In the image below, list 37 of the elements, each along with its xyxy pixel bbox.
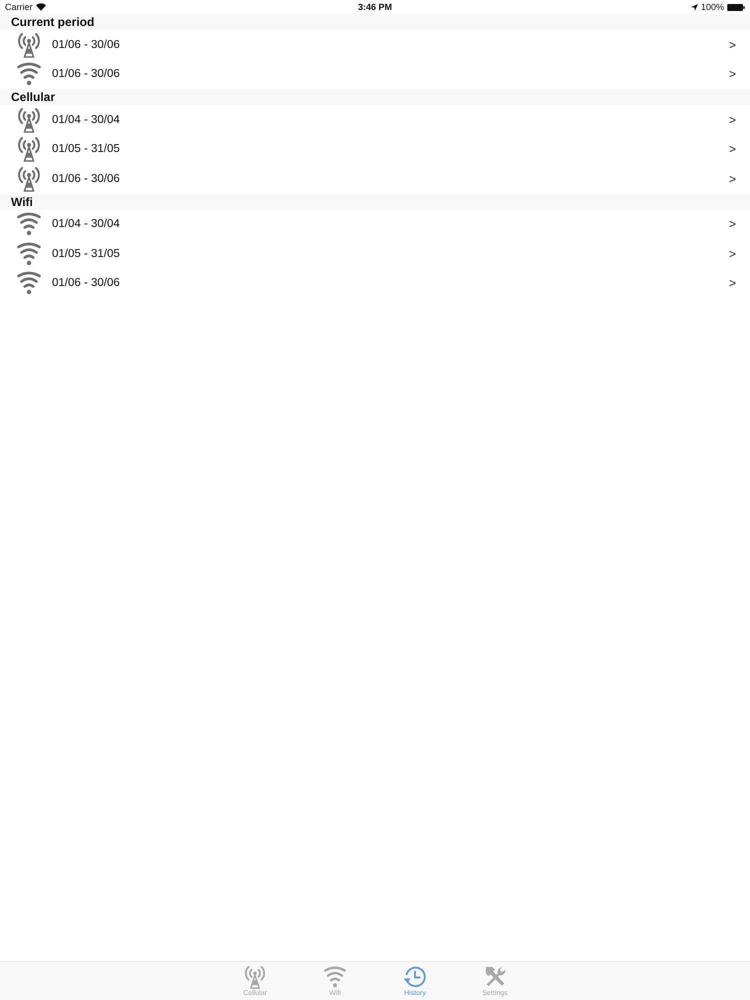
- location-arrow-icon: [690, 4, 698, 10]
- date-range-label[interactable]: 01/04 - 30/04: [52, 218, 729, 230]
- cell-tower-icon: [243, 965, 267, 989]
- date-range-label[interactable]: 01/05 - 31/05: [52, 248, 729, 260]
- cell-tower-icon: [16, 166, 42, 192]
- chevron-icon[interactable]: >: [728, 246, 736, 261]
- chevron-icon[interactable]: >: [728, 276, 736, 290]
- cell-tower-icon: [16, 32, 42, 58]
- wifi-signal-icon: [36, 3, 46, 11]
- wifi-icon: [16, 240, 42, 267]
- date-range-label[interactable]: 01/05 - 31/05: [52, 143, 729, 156]
- date-range-label[interactable]: 01/06 - 30/06: [52, 68, 729, 80]
- battery-icon: [727, 4, 745, 10]
- section-header: Current period: [0, 14, 750, 30]
- clock-time: 3:46 PM: [358, 2, 392, 12]
- clock-arrow-icon: [403, 965, 427, 989]
- wifi-icon: [16, 211, 42, 238]
- cell-tower-icon: [16, 106, 42, 133]
- section-header: Cellular: [0, 89, 750, 105]
- section-header: Wifi: [0, 194, 750, 210]
- hammer-wrench-icon: [483, 965, 507, 989]
- date-range-label[interactable]: 01/06 - 30/06: [52, 277, 729, 290]
- date-range-label[interactable]: 01/06 - 30/06: [52, 38, 729, 51]
- chevron-icon[interactable]: >: [728, 217, 736, 232]
- date-range-label[interactable]: 01/06 - 30/06: [52, 172, 729, 185]
- wifi-icon: [16, 270, 42, 296]
- date-range-label[interactable]: 01/04 - 30/04: [52, 114, 729, 126]
- wifi-icon: [16, 61, 42, 88]
- battery-percentage: 100%: [700, 2, 724, 12]
- chevron-icon[interactable]: >: [728, 67, 736, 82]
- chevron-icon[interactable]: >: [728, 142, 736, 156]
- cell-tower-icon: [16, 136, 42, 162]
- chevron-icon[interactable]: >: [728, 38, 736, 52]
- carrier-label: Carrier: [5, 2, 33, 12]
- chevron-icon[interactable]: >: [728, 172, 736, 186]
- wifi-icon: [323, 965, 347, 989]
- chevron-icon[interactable]: >: [728, 112, 736, 127]
